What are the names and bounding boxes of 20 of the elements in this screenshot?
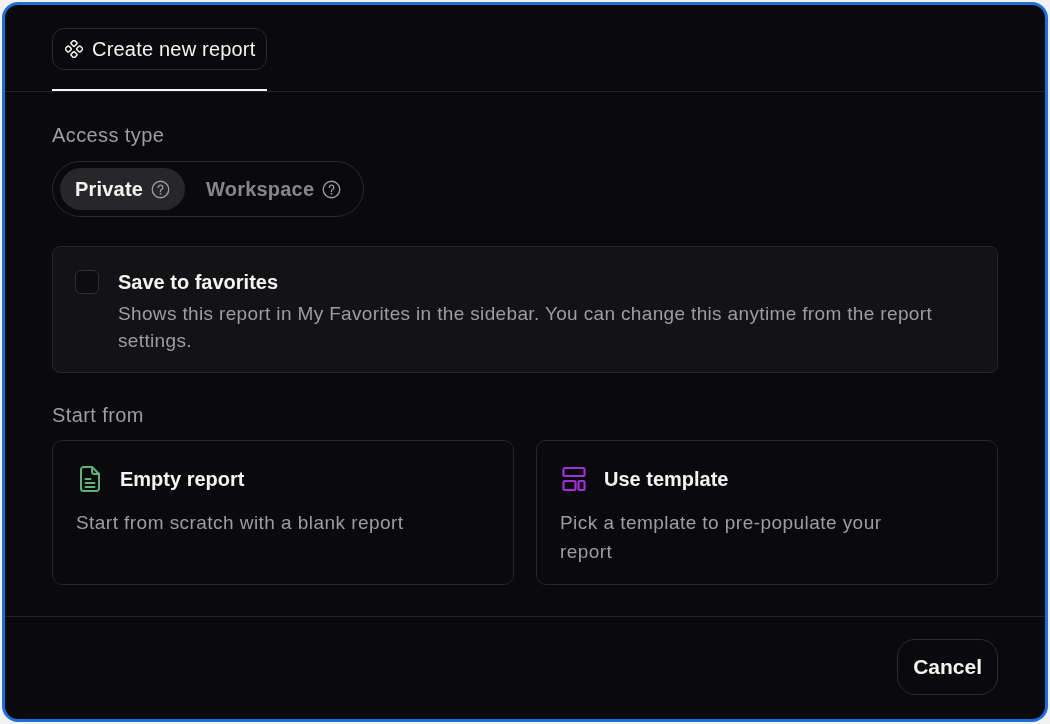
option-description: Pick a template to pre-populate your report bbox=[560, 511, 883, 564]
document-icon bbox=[78, 466, 102, 492]
access-option[interactable]: Workspace bbox=[191, 168, 357, 210]
option-title: Empty report bbox=[120, 467, 245, 492]
start-option-card[interactable]: Use template Pick a template to pre-populate your report bbox=[536, 440, 998, 585]
help-icon bbox=[322, 179, 342, 199]
access-type-label: Access type bbox=[52, 123, 165, 147]
favorites-checkbox[interactable] bbox=[75, 270, 99, 294]
favorites-description: Shows this report in My Favorites in the sidebar. You can change this anytime from the report settings. bbox=[118, 302, 934, 353]
diamonds-icon bbox=[65, 40, 83, 58]
option-description: Start from scratch with a blank report bbox=[76, 511, 404, 535]
cancel-button[interactable]: Cancel bbox=[897, 639, 998, 695]
start-option-card[interactable]: Empty report Start from scratch with a blank report bbox=[52, 440, 514, 585]
option-title: Use template bbox=[604, 467, 729, 492]
favorites-title: Save to favorites bbox=[118, 270, 280, 294]
layout-icon bbox=[562, 466, 586, 492]
access-option[interactable]: Private bbox=[60, 168, 186, 210]
start-from-label: Start from bbox=[52, 403, 144, 427]
help-icon bbox=[151, 179, 171, 199]
create-report-tab[interactable]: Create new report bbox=[52, 28, 268, 70]
